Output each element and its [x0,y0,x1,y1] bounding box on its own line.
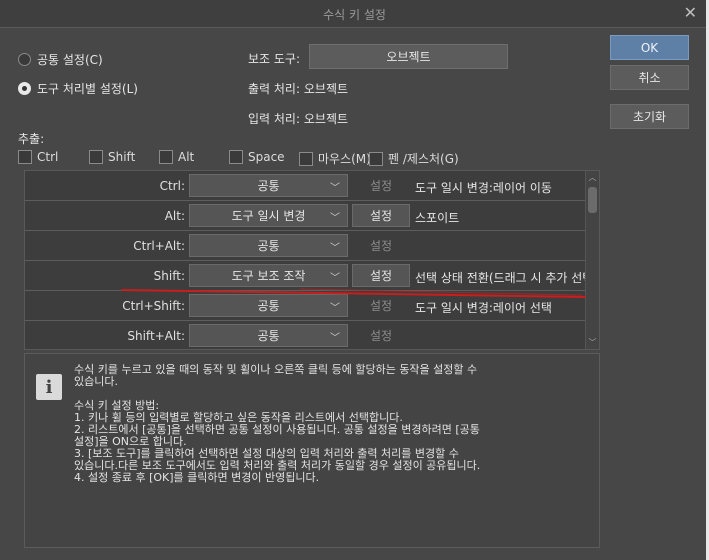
settings-button: 설정 [369,179,393,193]
scrollbar-thumb[interactable] [588,187,597,213]
chevron-down-icon: ﹀ [330,183,340,194]
table-row: Alt: 도구 일시 변경 ﹀ 설정 스포이트 [25,201,588,231]
filter-mouse-label: 마우스(M) [318,152,371,166]
filter-pen-gesture-checkbox[interactable]: 펜 /제스처(G) [369,150,459,167]
modifier-key-label: Ctrl: [159,179,185,193]
table-row: Ctrl+Shift: 공통 ﹀ 설정 도구 일시 변경:레이어 선택 [25,291,588,321]
settings-button[interactable]: 설정 [352,204,410,227]
filter-ctrl-label: Ctrl [37,150,59,164]
output-processing-value: 오브젝트 [303,82,349,96]
action-dropdown[interactable]: 공통 ﹀ [189,234,348,257]
action-dropdown[interactable]: 도구 일시 변경 ﹀ [189,204,348,227]
help-text: 수식 키를 누르고 있을 때의 동작 및 휠이나 오른쪽 클릭 등에 할당하는 … [74,364,574,484]
action-description: 도구 일시 변경:레이어 이동 [415,181,552,195]
help-line: 4. 설정 종료 후 [OK]를 클릭하면 변경이 반영됩니다. [74,471,320,484]
settings-button[interactable]: 설정 [352,264,410,287]
settings-button: 설정 [369,239,393,253]
filter-space-label: Space [248,150,285,164]
extract-label: 추출: [18,132,45,146]
input-processing: 입력 처리: 오브젝트 [248,110,348,127]
radio-indicator-icon [18,53,31,66]
checkbox-icon [159,150,173,164]
settings-button: 설정 [369,329,393,343]
radio-indicator-icon [18,82,31,95]
title-bar[interactable]: 수식 키 설정 ✕ [0,0,709,28]
filter-pen-gesture-label: 펜 /제스처(G) [388,152,459,166]
filter-ctrl-checkbox[interactable]: Ctrl [18,150,58,164]
help-line: 수식 키를 누르고 있을 때의 동작 및 휠이나 오른쪽 클릭 등에 할당하는 … [74,363,478,376]
filter-mouse-checkbox[interactable]: 마우스(M) [299,150,371,167]
per-tool-settings-radio[interactable]: 도구 처리별 설정(L) [18,80,138,97]
per-tool-settings-label: 도구 처리별 설정(L) [37,82,138,96]
close-icon[interactable]: ✕ [684,3,697,23]
modifier-key-settings-dialog: 수식 키 설정 ✕ 공통 설정(C) 도구 처리별 설정(L) 보조 도구: 오… [0,0,709,560]
modifier-key-label: Ctrl+Alt: [133,239,185,253]
scroll-up-icon[interactable]: ︿ [586,171,599,184]
checkbox-icon [299,151,313,166]
action-description: 도구 일시 변경:레이어 선택 [415,301,552,315]
chevron-down-icon: ﹀ [330,273,340,284]
filter-shift-checkbox[interactable]: Shift [89,150,135,164]
action-value: 공통 [257,179,280,193]
modifier-key-list: Ctrl: 공통 ﹀ 설정 도구 일시 변경:레이어 이동 Alt: 도구 일시 … [24,170,600,350]
table-row: Shift: 도구 보조 조작 ﹀ 설정 선택 상태 전환(드래그 시 추가 선택… [25,261,598,291]
chevron-down-icon: ﹀ [330,213,340,224]
action-dropdown[interactable]: 도구 보조 조작 ﹀ [189,264,348,287]
ok-button[interactable]: OK [610,35,689,60]
scroll-down-icon[interactable]: ﹀ [586,336,599,349]
output-processing: 출력 처리: 오브젝트 [248,80,348,97]
subtool-button[interactable]: 오브젝트 [309,44,508,69]
action-value: 도구 보조 조작 [231,269,306,283]
action-value: 도구 일시 변경 [231,209,306,223]
chevron-down-icon: ﹀ [330,303,340,314]
action-description: 선택 상태 전환(드래그 시 추가 선택) [415,271,598,285]
subtool-label: 보조 도구: [248,52,301,66]
help-line: 있습니다. [74,375,118,388]
action-description: 스포이트 [415,211,460,225]
settings-button: 설정 [369,299,393,313]
common-settings-label: 공통 설정(C) [37,53,103,67]
modifier-key-label: Shift+Alt: [127,329,185,343]
list-scrollbar[interactable]: ︿ ﹀ [585,171,599,349]
modifier-key-label: Shift: [153,269,185,283]
cancel-button[interactable]: 취소 [610,65,689,90]
table-row: Ctrl+Alt: 공통 ﹀ 설정 [25,231,588,261]
action-dropdown[interactable]: 공통 ﹀ [189,294,348,317]
help-panel: i 수식 키를 누르고 있을 때의 동작 및 휠이나 오른쪽 클릭 등에 할당하… [24,353,600,548]
action-value: 공통 [257,239,280,253]
filter-shift-label: Shift [108,150,136,164]
input-processing-label: 입력 처리: [248,112,301,126]
input-processing-value: 오브젝트 [303,112,349,126]
window-title: 수식 키 설정 [323,8,386,22]
checkbox-icon [18,150,32,164]
action-dropdown[interactable]: 공통 ﹀ [189,174,348,197]
table-row: Ctrl: 공통 ﹀ 설정 도구 일시 변경:레이어 이동 [25,171,588,201]
action-dropdown[interactable]: 공통 ﹀ [189,324,348,347]
info-icon: i [36,374,62,400]
action-value: 공통 [257,329,280,343]
filter-alt-label: Alt [178,150,195,164]
modifier-key-label: Ctrl+Shift: [122,299,185,313]
output-processing-label: 출력 처리: [248,82,301,96]
table-row: Shift+Alt: 공통 ﹀ 설정 [25,321,588,349]
reset-button[interactable]: 초기화 [610,104,689,129]
action-value: 공통 [257,299,280,313]
filter-alt-checkbox[interactable]: Alt [159,150,194,164]
common-settings-radio[interactable]: 공통 설정(C) [18,51,103,68]
chevron-down-icon: ﹀ [330,333,340,344]
modifier-key-label: Alt: [164,209,185,223]
checkbox-icon [229,150,243,164]
filter-space-checkbox[interactable]: Space [229,150,285,164]
checkbox-icon [369,151,383,166]
chevron-down-icon: ﹀ [330,243,340,254]
checkbox-icon [89,150,103,164]
